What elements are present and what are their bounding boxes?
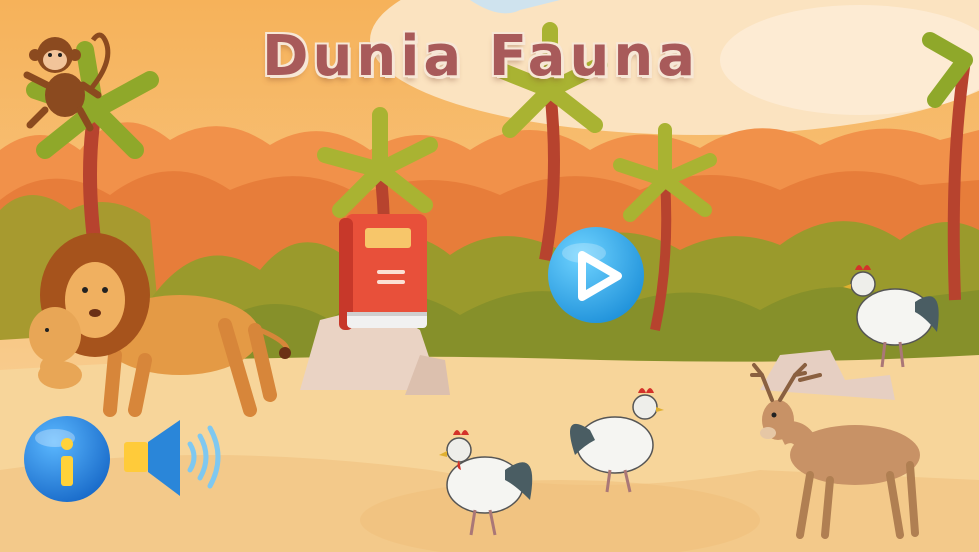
- speaker-icon: [124, 420, 221, 496]
- sound-button[interactable]: [122, 416, 226, 500]
- play-button[interactable]: [546, 225, 646, 325]
- info-icon: [24, 416, 110, 502]
- info-button[interactable]: [21, 414, 113, 504]
- game-title: Dunia Fauna: [262, 24, 699, 89]
- book-icon: [339, 214, 427, 330]
- book-button[interactable]: [337, 212, 429, 336]
- play-icon: [548, 227, 644, 323]
